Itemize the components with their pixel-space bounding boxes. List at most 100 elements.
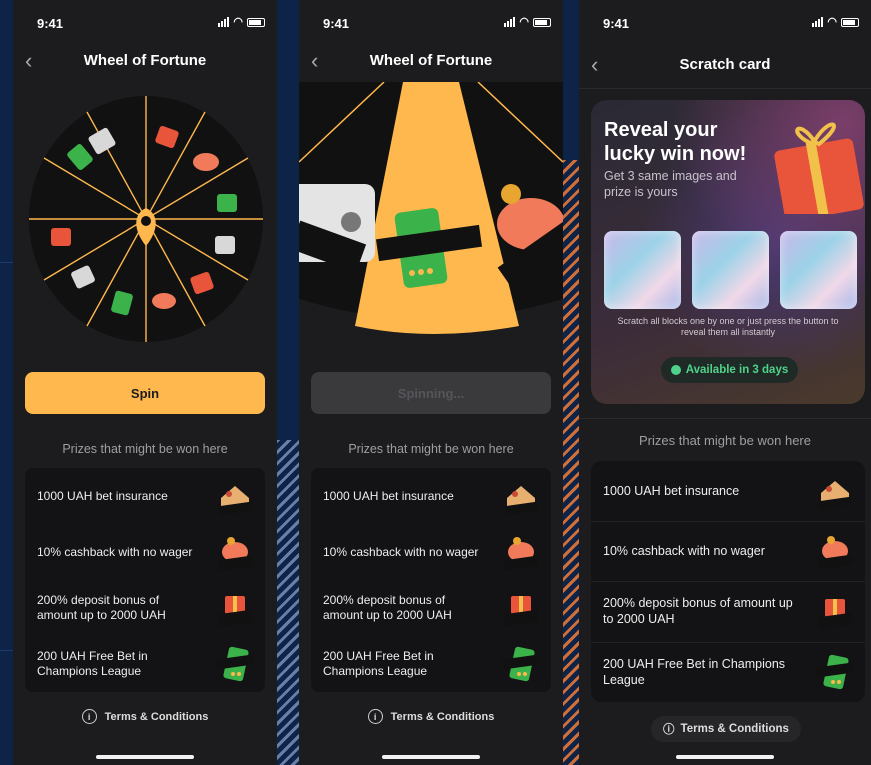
terms-link[interactable]: ⓘ Terms & Conditions (651, 716, 801, 742)
prize-text: 200% deposit bonus of amount up to 2000 … (37, 593, 166, 622)
prize-list: 1000 UAH bet insurance 10% cashback with… (311, 468, 551, 692)
scratch-subtitle: Get 3 same images and prize is yours (604, 169, 737, 199)
availability-label: Available in 3 days (685, 364, 789, 376)
prize-text: 200% deposit bonus of amount up to 2000 … (323, 593, 452, 622)
deposit-bonus-icon (817, 599, 853, 630)
scratch-headline: Reveal your lucky win now! (604, 119, 747, 165)
fortune-wheel-zoomed (299, 82, 563, 334)
battery-icon (533, 17, 551, 27)
navbar: ‹ Wheel of Fortune (299, 44, 563, 76)
navbar: ‹ Wheel of Fortune (13, 44, 277, 76)
battery-icon (247, 17, 265, 27)
deposit-bonus-icon (217, 596, 253, 627)
status-bar: 9:41 ◠ (603, 16, 859, 32)
scratch-hint: Scratch all blocks one by one or just pr… (617, 316, 839, 337)
list-item: 200% deposit bonus of amount up to 2000 … (603, 581, 855, 641)
wheel-screen-spinning: 9:41 ◠ ‹ Wheel of Fortune Spinning... Pr… (299, 0, 563, 765)
terms-label: Terms & Conditions (680, 723, 789, 735)
wifi-icon: ◠ (233, 16, 243, 28)
prize-text: 200 UAH Free Bet in Champions League (323, 649, 434, 678)
wheel-screen-idle: 9:41 ◠ ‹ Wheel of Fortune Spin Prizes th… (13, 0, 277, 765)
prize-text: 200 UAH Free Bet in Champions League (603, 657, 786, 687)
info-icon: i (81, 709, 97, 724)
list-item: 200% deposit bonus of amount up to 2000 … (323, 580, 541, 636)
prize-text: 1000 UAH bet insurance (37, 488, 168, 503)
info-icon: i (367, 709, 383, 724)
status-bar: 9:41 ◠ (37, 16, 265, 32)
scratch-tile[interactable] (692, 231, 769, 309)
page-title: Scratch card (679, 56, 771, 73)
home-indicator (382, 755, 480, 759)
navbar: ‹ Scratch card (579, 48, 871, 80)
terms-link[interactable]: i Terms & Conditions (13, 709, 277, 724)
scratch-tiles (604, 231, 857, 309)
info-icon: ⓘ (663, 724, 675, 736)
scratch-card-screen: 9:41 ◠ ‹ Scratch card Reveal your lucky … (579, 0, 871, 765)
free-bet-icon (502, 646, 540, 682)
list-item: 200 UAH Free Bet in Champions League (37, 636, 255, 692)
deposit-bonus-icon (503, 596, 539, 627)
list-item: 1000 UAH bet insurance (323, 468, 541, 524)
fortune-wheel[interactable] (29, 96, 263, 342)
list-item: 200 UAH Free Bet in Champions League (603, 642, 855, 702)
prize-text: 10% cashback with no wager (37, 544, 193, 559)
list-item: 200 UAH Free Bet in Champions League (323, 636, 541, 692)
status-icons: ◠ (218, 16, 265, 28)
list-item: 1000 UAH bet insurance (603, 461, 855, 521)
prize-text: 1000 UAH bet insurance (603, 484, 740, 498)
prize-text: 10% cashback with no wager (323, 544, 479, 559)
scratch-tile[interactable] (780, 231, 857, 309)
insurance-icon (504, 486, 538, 516)
signal-icon (504, 17, 516, 27)
home-indicator (676, 755, 774, 759)
wifi-icon: ◠ (519, 16, 529, 28)
spin-button[interactable]: Spin (25, 372, 265, 414)
status-icons: ◠ (504, 16, 551, 28)
list-item: 10% cashback with no wager (37, 524, 255, 580)
page-title: Wheel of Fortune (83, 52, 207, 69)
availability-badge: Available in 3 days (661, 357, 798, 383)
divider (579, 88, 871, 89)
prizes-heading: Prizes that might be won here (62, 442, 228, 456)
prize-text: 200% deposit bonus of amount up to 2000 … (603, 596, 793, 626)
spin-button-disabled: Spinning... (311, 372, 551, 414)
signal-icon (812, 17, 824, 27)
terms-link[interactable]: i Terms & Conditions (299, 709, 563, 724)
prize-text: 10% cashback with no wager (603, 544, 765, 558)
insurance-icon (218, 486, 252, 516)
home-indicator (96, 755, 194, 759)
insurance-icon (818, 481, 852, 511)
list-item: 10% cashback with no wager (323, 524, 541, 580)
scratch-card: Reveal your lucky win now! Get 3 same im… (591, 100, 865, 404)
list-item: 1000 UAH bet insurance (37, 468, 255, 524)
wifi-icon: ◠ (827, 16, 837, 28)
prizes-heading: Prizes that might be won here (348, 442, 514, 456)
list-item: 200% deposit bonus of amount up to 2000 … (37, 580, 255, 636)
cashback-bonus-icon (217, 537, 253, 571)
status-icons: ◠ (812, 16, 859, 28)
prizes-heading: Prizes that might be won here (639, 433, 811, 448)
prize-list: 1000 UAH bet insurance 10% cashback with… (25, 468, 265, 692)
terms-label: Terms & Conditions (390, 710, 495, 723)
divider (579, 418, 871, 419)
list-item: 10% cashback with no wager (603, 521, 855, 581)
cashback-bonus-icon (503, 537, 539, 571)
gift-icon (774, 122, 864, 214)
prize-list: 1000 UAH bet insurance 10% cashback with… (591, 461, 865, 702)
scratch-tile[interactable] (604, 231, 681, 309)
cashback-bonus-icon (817, 536, 853, 570)
status-time: 9:41 (603, 16, 630, 31)
status-time: 9:41 (37, 16, 64, 31)
page-title: Wheel of Fortune (369, 52, 493, 69)
battery-icon (841, 17, 859, 27)
free-bet-icon (816, 654, 854, 690)
segment-insurance-icon (299, 184, 375, 273)
status-time: 9:41 (323, 16, 350, 31)
prize-text: 200 UAH Free Bet in Champions League (37, 649, 148, 678)
clock-icon (670, 365, 681, 375)
terms-label: Terms & Conditions (104, 710, 209, 723)
status-bar: 9:41 ◠ (323, 16, 551, 32)
free-bet-icon (216, 646, 254, 682)
signal-icon (218, 17, 230, 27)
prize-text: 1000 UAH bet insurance (323, 488, 454, 503)
